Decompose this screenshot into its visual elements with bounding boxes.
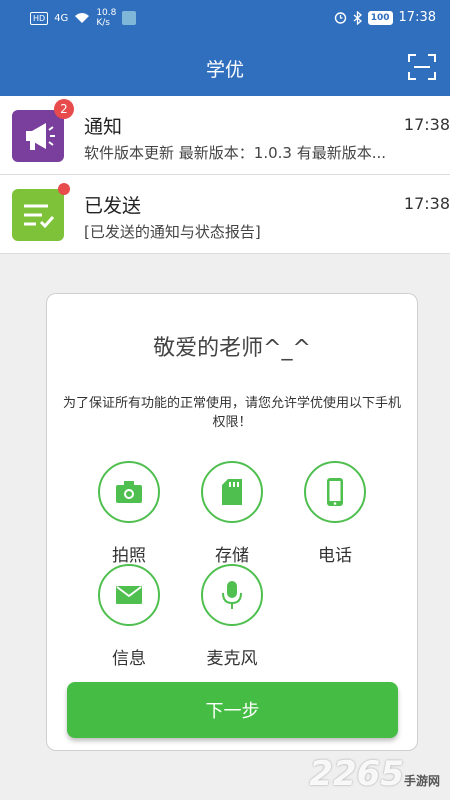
site-watermark: 2265手游网	[309, 754, 440, 794]
watermark-brand: 2265	[309, 754, 404, 794]
app-bar: 学优	[0, 38, 450, 96]
app-title: 学优	[205, 59, 244, 81]
message-list: 2 通知 软件版本更新 最新版本：1.0.3 有最新版本... 17:38 已发…	[0, 96, 450, 254]
camera-icon	[98, 461, 160, 523]
message-title: 已发送	[84, 195, 142, 217]
status-bar: HD 4G 10.8 K/s 100 17:38	[0, 0, 450, 38]
notification-app-icon	[122, 11, 137, 25]
message-time: 17:38	[403, 115, 450, 134]
status-right: 100 17:38	[334, 10, 436, 25]
message-title: 通知	[84, 116, 123, 138]
network-speed: 10.8 K/s	[96, 8, 116, 28]
unread-dot	[58, 183, 70, 195]
permission-label: 电话	[318, 546, 352, 566]
permission-label: 拍照	[112, 546, 146, 566]
permission-label: 麦克风	[206, 649, 258, 669]
permission-dialog: 敬爱的老师^_^ 为了保证所有功能的正常使用，请您允许学优使用以下手机权限！ 拍…	[46, 293, 418, 751]
sent-list-icon	[12, 189, 64, 241]
dialog-message: 为了保证所有功能的正常使用，请您允许学优使用以下手机权限！	[62, 396, 401, 430]
list-item-notification[interactable]: 2 通知 软件版本更新 最新版本：1.0.3 有最新版本... 17:38	[0, 96, 450, 175]
message-time: 17:38	[403, 194, 450, 213]
bluetooth-icon	[353, 10, 362, 25]
permission-label: 信息	[112, 649, 146, 669]
unread-badge: 2	[54, 99, 74, 119]
mail-icon	[98, 564, 160, 626]
battery-indicator: 100	[367, 10, 393, 25]
speed-value: 10.8	[96, 8, 117, 18]
microphone-icon	[201, 564, 263, 626]
megaphone-icon	[12, 110, 64, 162]
permission-storage[interactable]: 存储	[182, 461, 282, 571]
list-item-sent[interactable]: 已发送 [已发送的通知与状态报告] 17:38	[0, 175, 450, 254]
sd-card-icon	[201, 461, 263, 523]
network-label: 4G	[54, 12, 69, 24]
phone-icon	[304, 461, 366, 523]
permission-camera[interactable]: 拍照	[79, 461, 179, 571]
watermark-suffix: 手游网	[403, 774, 440, 788]
status-left: HD 4G 10.8 K/s	[30, 8, 137, 28]
alarm-icon	[334, 12, 346, 24]
speed-unit: K/s	[96, 18, 110, 28]
dialog-title: 敬爱的老师^_^	[153, 336, 311, 361]
wifi-icon	[75, 13, 90, 23]
permission-sms[interactable]: 信息	[79, 564, 179, 674]
scan-icon[interactable]	[408, 54, 436, 80]
message-subtitle: [已发送的通知与状态报告]	[84, 223, 261, 241]
hd-indicator: HD	[30, 11, 49, 25]
status-time: 17:38	[398, 10, 436, 25]
permission-microphone[interactable]: 麦克风	[182, 564, 282, 674]
next-step-button[interactable]: 下一步	[67, 682, 398, 738]
permission-phone[interactable]: 电话	[285, 461, 385, 571]
message-subtitle: 软件版本更新 最新版本：1.0.3 有最新版本...	[84, 144, 387, 162]
permission-label: 存储	[215, 546, 249, 566]
